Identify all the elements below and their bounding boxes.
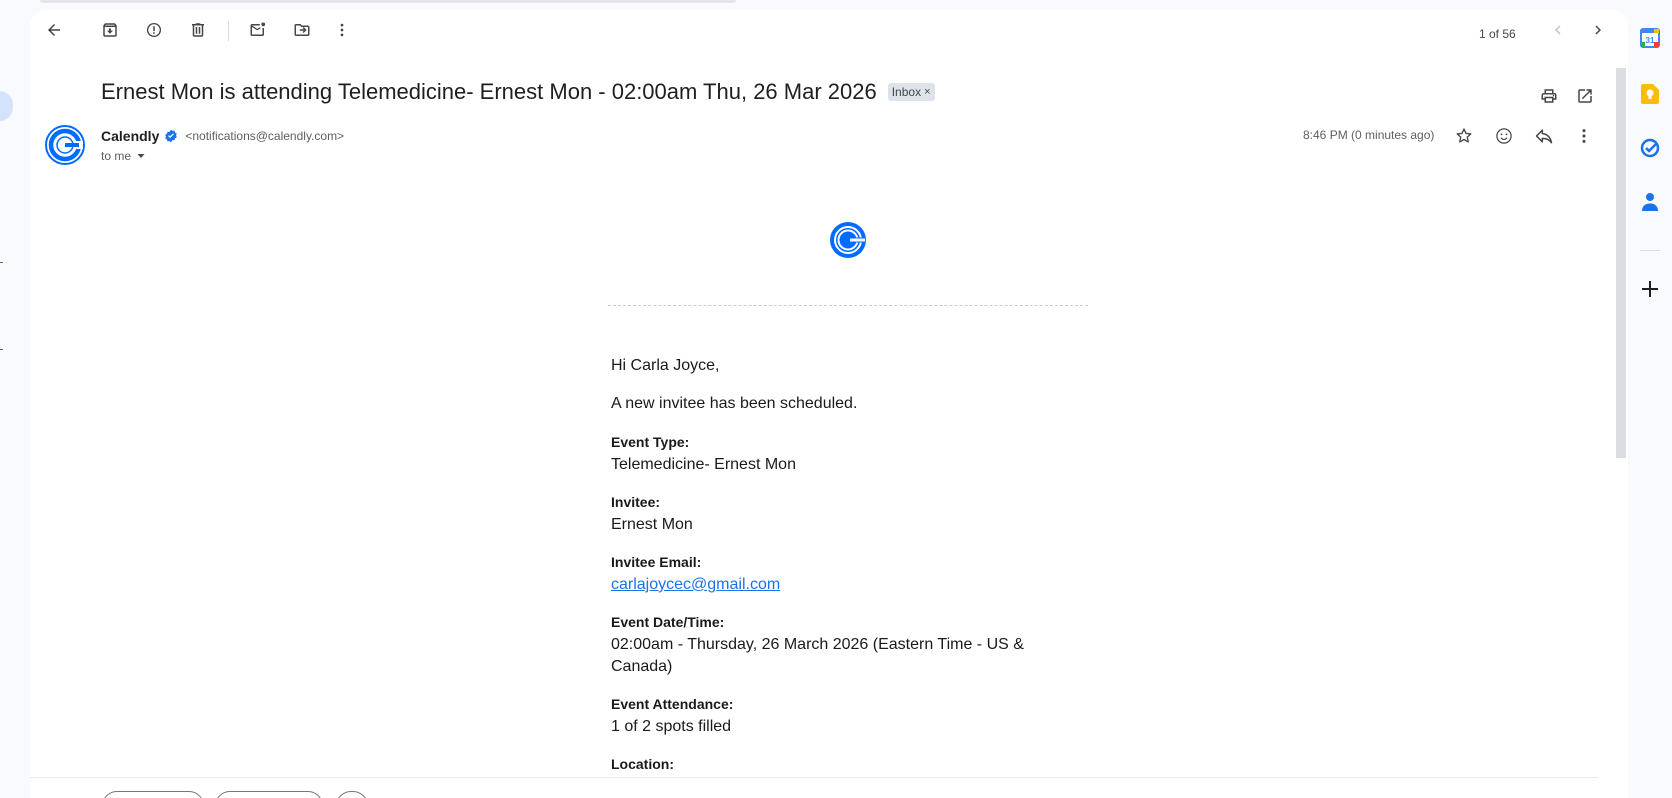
calendly-logo	[830, 222, 866, 258]
left-rail	[0, 0, 30, 798]
label-chip-inbox[interactable]: Inbox ×	[887, 83, 935, 101]
field-value: 02:00am - Thursday, 26 March 2026 (Easte…	[611, 636, 1024, 675]
content-divider	[608, 305, 1088, 306]
emoji-icon	[1496, 128, 1512, 144]
nav-tick	[0, 349, 3, 350]
keep-app-button[interactable]	[1640, 84, 1660, 104]
tasks-icon	[1640, 138, 1660, 158]
contacts-icon	[1642, 193, 1658, 211]
side-panel-divider	[1640, 250, 1660, 251]
emoji-pill-button[interactable]	[336, 791, 368, 798]
reply-button[interactable]	[1528, 120, 1560, 152]
nav-tick	[0, 262, 3, 263]
field-invitee-email: Invitee Email: carlajoycec@gmail.com	[611, 553, 1051, 596]
delete-icon	[192, 23, 204, 37]
mark-unread-button[interactable]	[242, 14, 274, 46]
sender-avatar[interactable]	[45, 125, 85, 165]
field-value: Telemedicine- Ernest Mon	[611, 456, 796, 473]
report-spam-button[interactable]	[138, 14, 170, 46]
field-location: Location:	[611, 755, 1051, 773]
more-vert-icon	[340, 23, 344, 37]
side-panel: 31	[1628, 0, 1672, 798]
star-button[interactable]	[1448, 120, 1480, 152]
archive-icon	[103, 23, 117, 37]
reply-pill-button[interactable]	[102, 791, 204, 798]
toolbar-separator	[228, 21, 229, 41]
more-actions-button[interactable]	[326, 14, 358, 46]
reply-bar	[30, 777, 1598, 798]
keep-icon	[1641, 84, 1659, 104]
add-reaction-button[interactable]	[1488, 120, 1520, 152]
field-value: 1 of 2 spots filled	[611, 718, 732, 735]
recipient-details[interactable]: to me	[101, 149, 146, 163]
print-icon	[1541, 89, 1557, 103]
top-strip	[40, 0, 736, 3]
more-vert-icon	[1582, 129, 1586, 143]
contacts-app-button[interactable]	[1640, 192, 1660, 212]
field-event-type: Event Type: Telemedicine- Ernest Mon	[611, 433, 1051, 476]
arrow-back-icon	[48, 24, 60, 36]
reply-icon	[1535, 129, 1553, 144]
mark-unread-icon	[250, 22, 266, 36]
sender-name[interactable]: Calendly	[101, 128, 159, 144]
message-toolbar: 1 of 56	[30, 10, 1628, 58]
forward-pill-button[interactable]	[215, 791, 323, 798]
greeting: Hi Carla Joyce,	[611, 357, 720, 374]
label-chip-text: Inbox	[891, 85, 922, 99]
field-label: Event Date/Time:	[611, 614, 725, 630]
invitee-email-link[interactable]: carlajoycec@gmail.com	[611, 576, 780, 593]
svg-text:31: 31	[1646, 36, 1655, 45]
report-spam-icon	[146, 22, 162, 38]
field-label: Event Type:	[611, 434, 690, 450]
back-button[interactable]	[38, 14, 70, 46]
chevron-left-icon	[1555, 25, 1561, 35]
field-label: Location:	[611, 756, 674, 772]
field-value: Ernest Mon	[611, 516, 693, 533]
print-button[interactable]	[1533, 80, 1565, 112]
open-new-window-button[interactable]	[1569, 80, 1601, 112]
caret-down-icon	[137, 154, 145, 158]
field-label: Invitee:	[611, 494, 661, 510]
nav-active-pill[interactable]	[0, 91, 13, 121]
close-icon[interactable]: ×	[924, 86, 930, 98]
get-addons-button[interactable]	[1640, 279, 1660, 299]
message-more-button[interactable]	[1568, 120, 1600, 152]
sender-email: <notifications@calendly.com>	[185, 129, 345, 143]
chevron-right-icon	[1595, 25, 1601, 35]
calendar-app-button[interactable]: 31	[1640, 28, 1660, 48]
plus-icon	[1642, 281, 1658, 297]
move-to-button[interactable]	[286, 14, 318, 46]
field-invitee: Invitee: Ernest Mon	[611, 493, 1051, 536]
field-event-datetime: Event Date/Time: 02:00am - Thursday, 26 …	[611, 613, 1051, 678]
move-to-icon	[294, 24, 310, 36]
calendar-icon: 31	[1640, 28, 1660, 48]
recipient-text: to me	[101, 149, 132, 163]
timestamp: 8:46 PM (0 minutes ago)	[1303, 128, 1435, 142]
subject-row: Ernest Mon is attending Telemedicine- Er…	[101, 76, 935, 108]
delete-button[interactable]	[182, 14, 214, 46]
star-icon	[1456, 128, 1472, 143]
field-label: Event Attendance:	[611, 696, 734, 712]
email-subject: Ernest Mon is attending Telemedicine- Er…	[101, 79, 877, 104]
intro-text: A new invitee has been scheduled.	[611, 395, 858, 412]
verified-badge-icon	[165, 129, 178, 143]
older-button[interactable]	[1582, 14, 1614, 46]
open-in-new-icon	[1578, 89, 1592, 103]
message-pane: 1 of 56 Ernest Mon is attending Telemedi…	[30, 10, 1628, 798]
field-event-attendance: Event Attendance: 1 of 2 spots filled	[611, 695, 1051, 738]
tasks-app-button[interactable]	[1640, 138, 1660, 158]
pager-count: 1 of 56	[1479, 27, 1516, 41]
field-label: Invitee Email:	[611, 554, 702, 570]
scrollbar-thumb[interactable]	[1616, 68, 1626, 458]
sender-line: Calendly <notifications@calendly.com>	[101, 128, 344, 144]
field-value: carlajoycec@gmail.com	[611, 574, 1051, 596]
newer-button[interactable]	[1542, 14, 1574, 46]
archive-button[interactable]	[94, 14, 126, 46]
